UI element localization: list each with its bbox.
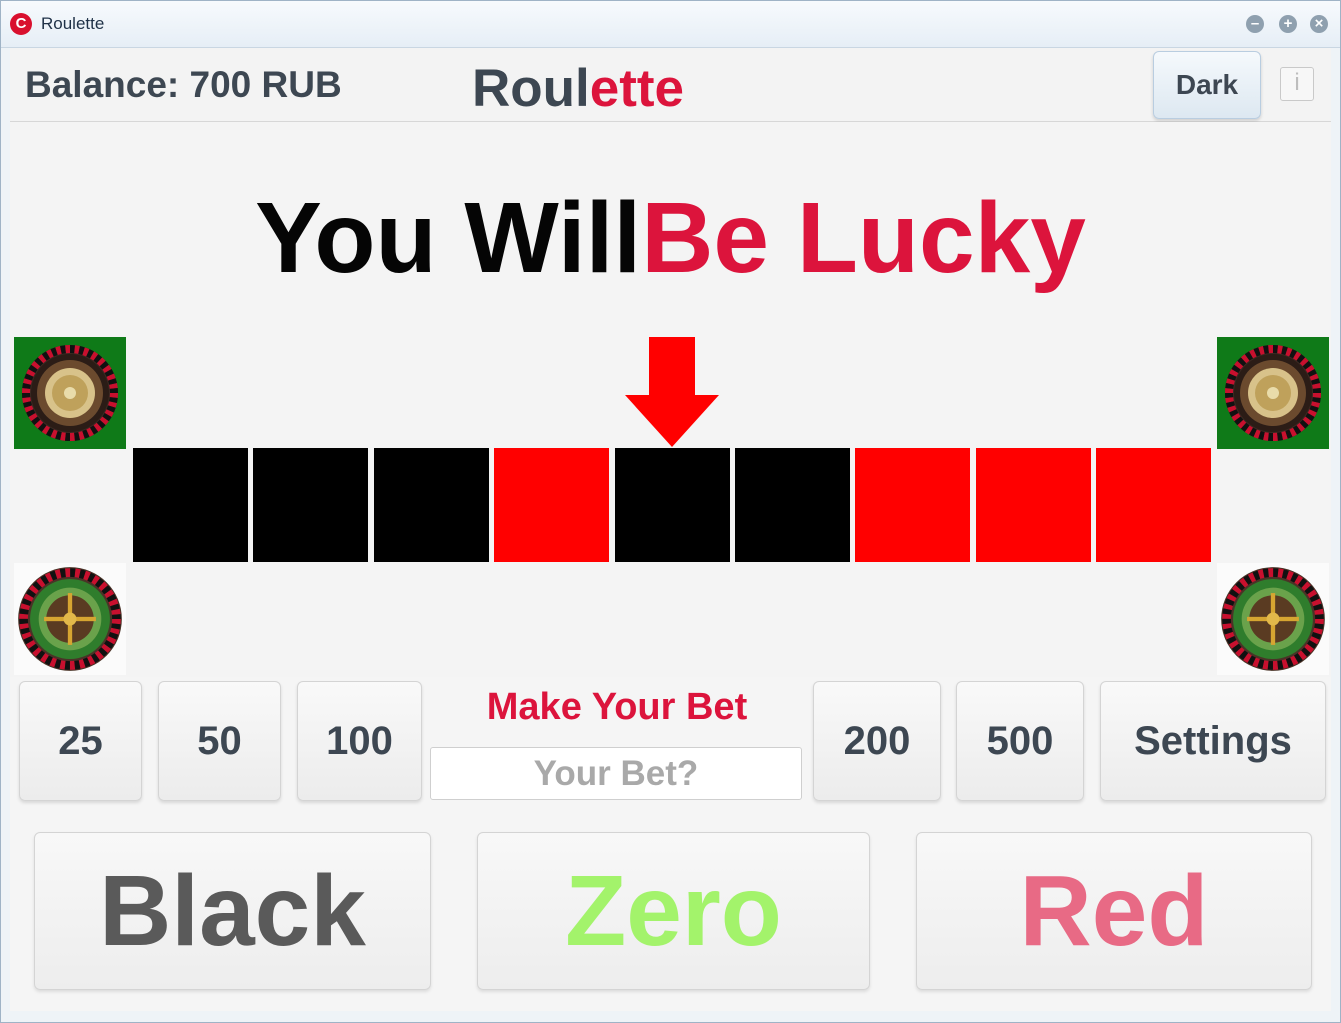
- slogan-part-dark: You Will: [255, 182, 642, 294]
- app-content: Balance: 700 RUB Roulette Dark i You Wil…: [10, 48, 1331, 1011]
- roulette-wheel-icon: [1217, 337, 1329, 449]
- strip-cell-black: [374, 448, 489, 562]
- window-title: Roulette: [41, 14, 105, 33]
- bet-chip-500[interactable]: 500: [956, 681, 1084, 801]
- minimize-button[interactable]: –: [1246, 15, 1264, 33]
- strip-cell-red: [976, 448, 1091, 562]
- bet-chip-100[interactable]: 100: [297, 681, 422, 801]
- roulette-wheel-icon: [14, 337, 126, 449]
- strip-cell-black: [735, 448, 850, 562]
- bet-red-button[interactable]: Red: [916, 832, 1312, 990]
- roulette-wheel-icon: [14, 563, 126, 675]
- roulette-strip: [133, 448, 1212, 562]
- game-area: You WillBe Lucky: [10, 122, 1331, 677]
- bet-amount-input[interactable]: [430, 747, 802, 800]
- app-window: C Roulette – + × Balance: 700 RUB Roulet…: [0, 0, 1341, 1023]
- header-bar: Balance: 700 RUB Roulette Dark i: [10, 48, 1331, 122]
- theme-dark-button[interactable]: Dark: [1153, 51, 1261, 119]
- info-icon[interactable]: i: [1280, 67, 1314, 101]
- bet-chip-50[interactable]: 50: [158, 681, 281, 801]
- make-bet-label: Make Your Bet: [486, 686, 748, 728]
- maximize-button[interactable]: +: [1279, 15, 1297, 33]
- app-logo-icon: C: [10, 13, 32, 35]
- slogan-heading: You WillBe Lucky: [10, 178, 1331, 298]
- strip-cell-black: [133, 448, 248, 562]
- logo-part-dark: Roul: [472, 59, 590, 118]
- roulette-wheel-icon: [1217, 563, 1329, 675]
- title-bar[interactable]: C Roulette – + ×: [1, 1, 1340, 48]
- slogan-part-red: Be Lucky: [641, 182, 1086, 294]
- logo-part-red: ette: [589, 59, 685, 118]
- strip-cell-black: [615, 448, 730, 562]
- close-button[interactable]: ×: [1310, 15, 1328, 33]
- strip-cell-red: [1096, 448, 1211, 562]
- settings-button[interactable]: Settings: [1100, 681, 1326, 801]
- strip-cell-red: [494, 448, 609, 562]
- bet-chip-25[interactable]: 25: [19, 681, 142, 801]
- bet-chip-200[interactable]: 200: [813, 681, 941, 801]
- strip-cell-red: [855, 448, 970, 562]
- strip-cell-black: [253, 448, 368, 562]
- app-logo-text: Roulette: [472, 58, 684, 119]
- balance-label: Balance: 700 RUB: [25, 64, 342, 105]
- bet-black-button[interactable]: Black: [34, 832, 431, 990]
- bet-zero-button[interactable]: Zero: [477, 832, 870, 990]
- down-arrow-icon: [625, 337, 719, 447]
